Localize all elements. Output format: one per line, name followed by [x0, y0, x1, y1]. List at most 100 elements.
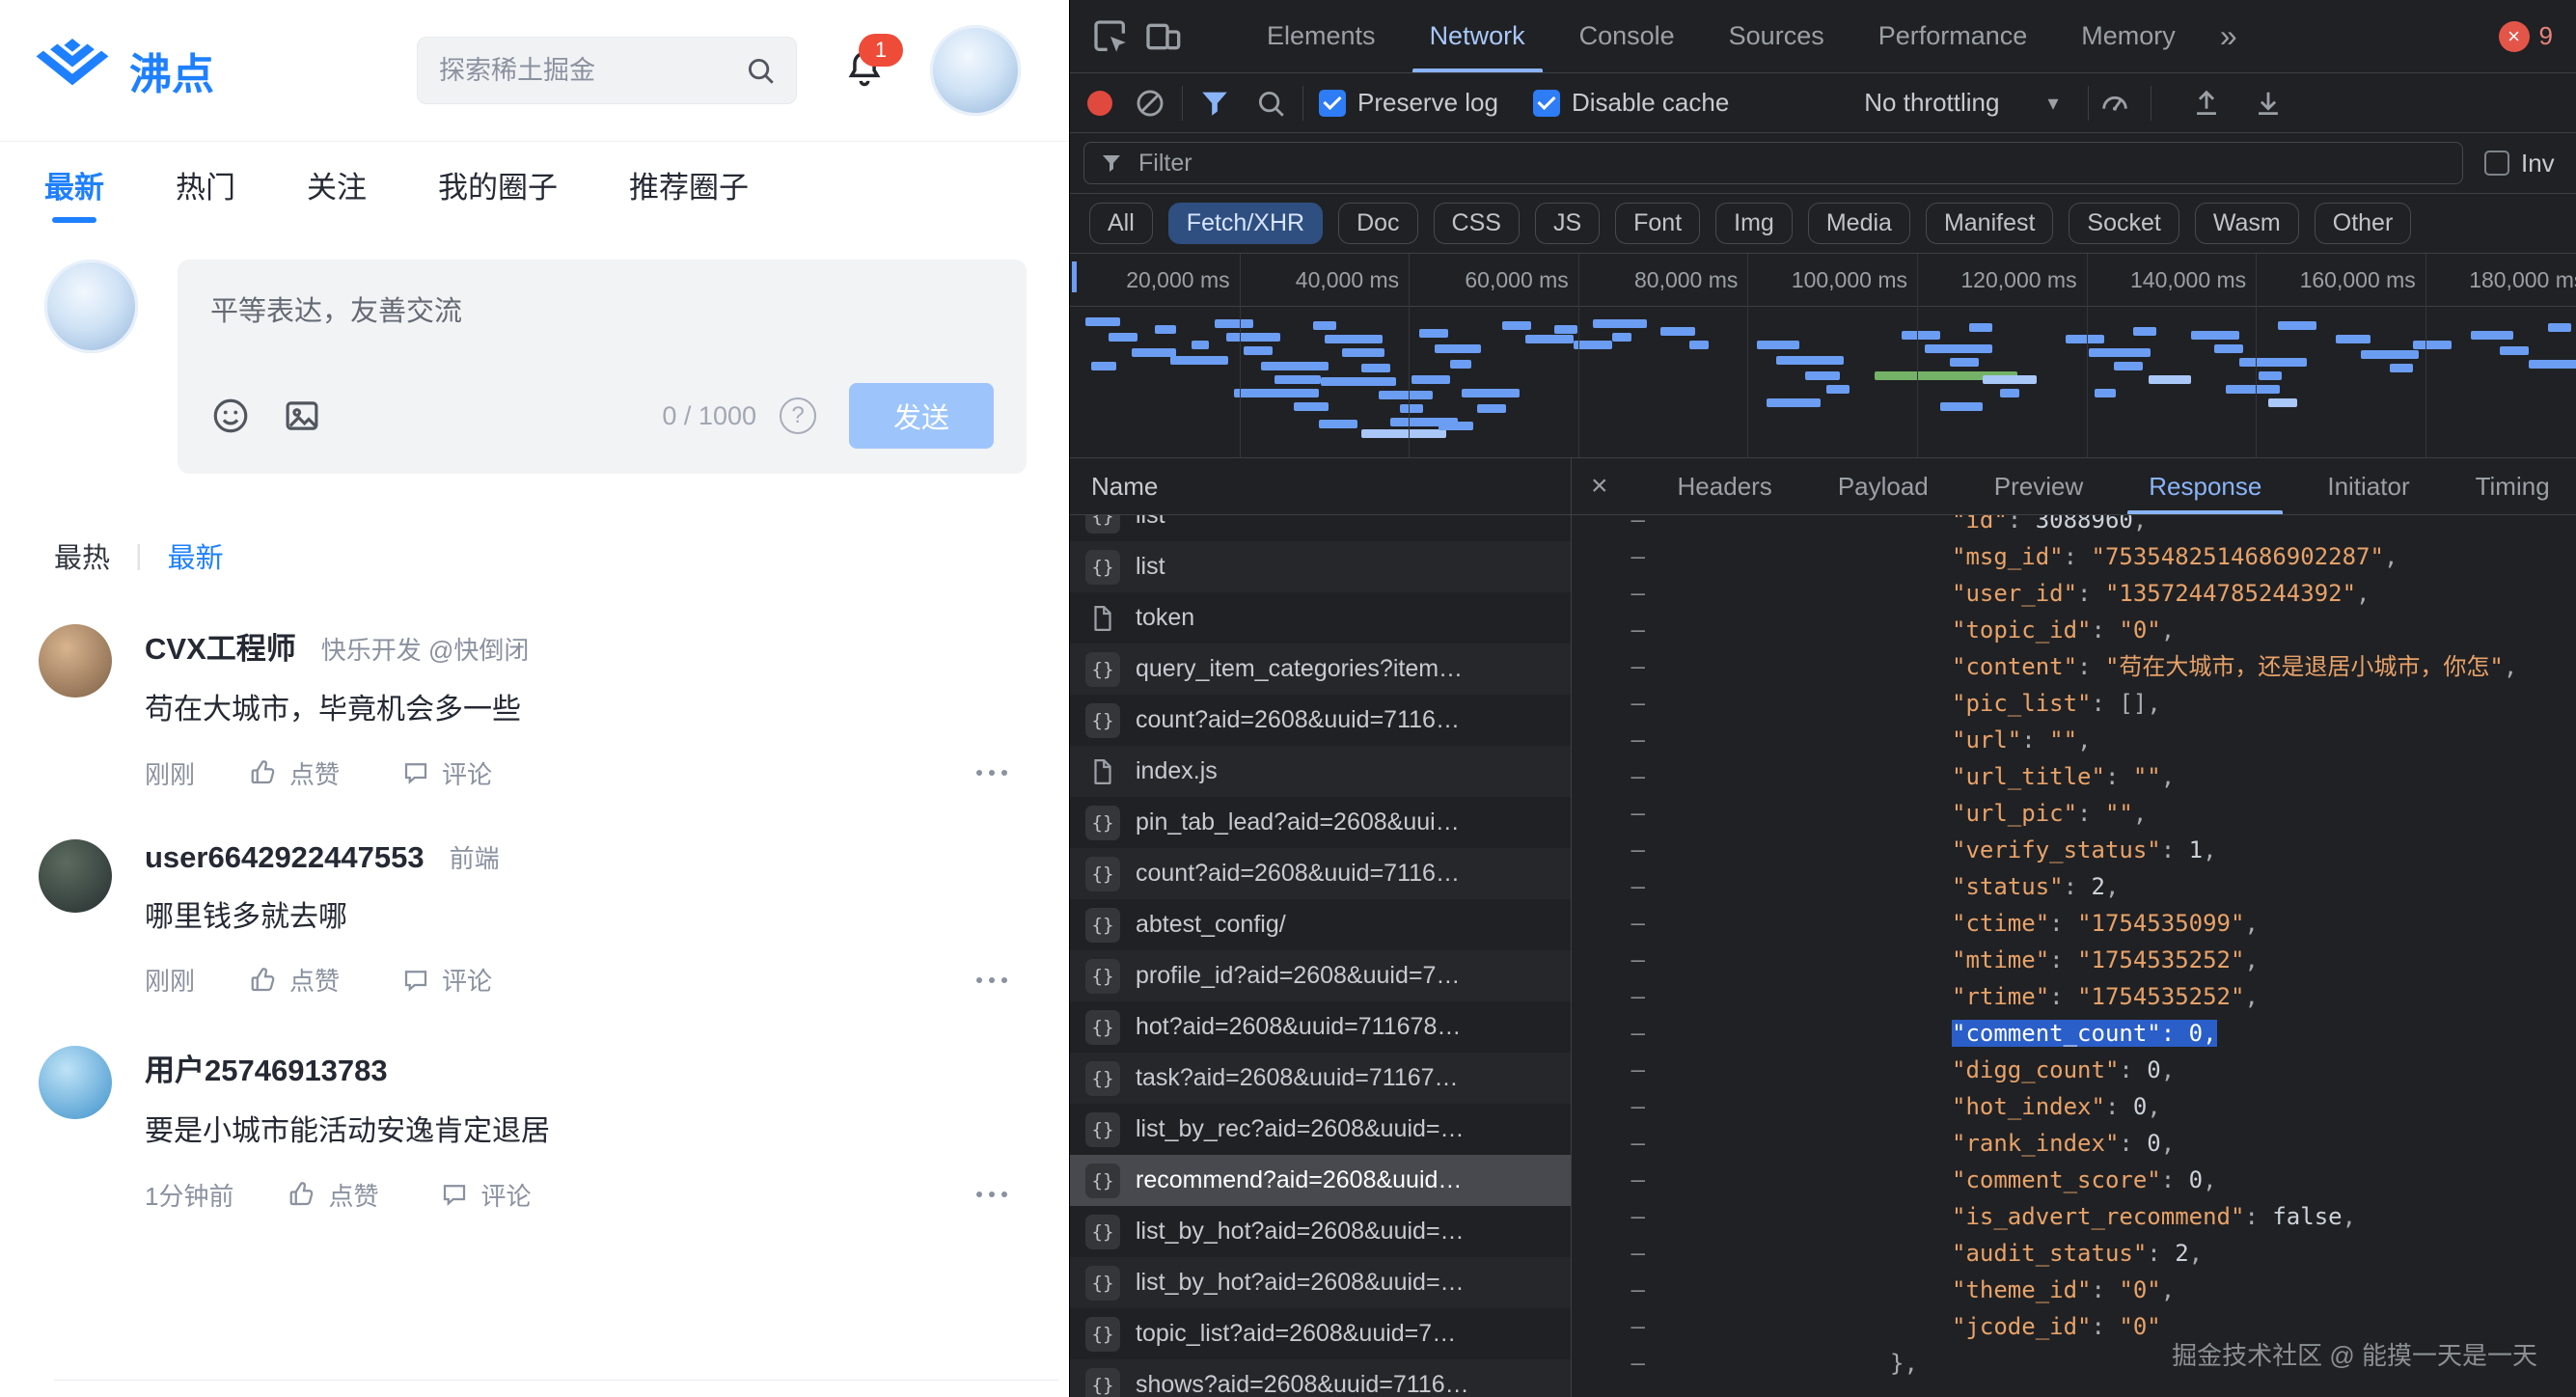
detail-tab-payload[interactable]: Payload — [1805, 458, 1961, 514]
request-bar[interactable] — [2214, 344, 2243, 353]
request-bar[interactable] — [1155, 325, 1176, 334]
request-bar[interactable] — [1925, 344, 1992, 353]
request-bar[interactable] — [2000, 389, 2019, 397]
detail-tab-response[interactable]: Response — [2116, 458, 2294, 514]
request-row[interactable]: {}hot?aid=2608&uuid=711678… — [1070, 1001, 1571, 1053]
search-input[interactable] — [437, 55, 744, 87]
request-bar[interactable] — [1244, 346, 1273, 355]
request-bar[interactable] — [1593, 319, 1647, 328]
request-bar[interactable] — [2149, 375, 2191, 384]
request-bar[interactable] — [1776, 356, 1844, 365]
tab-network[interactable]: Network — [1403, 0, 1552, 72]
network-conditions-icon[interactable] — [2098, 87, 2131, 120]
request-bar[interactable] — [1226, 333, 1280, 342]
request-bar[interactable] — [1411, 375, 1450, 384]
detail-tab-headers[interactable]: Headers — [1645, 458, 1805, 514]
filter-chip-fetch-xhr[interactable]: Fetch/XHR — [1168, 203, 1323, 244]
tab-memory[interactable]: Memory — [2054, 0, 2203, 72]
request-bar[interactable] — [1261, 362, 1329, 370]
request-row[interactable]: {}list_by_hot?aid=2608&uuid=… — [1070, 1206, 1571, 1257]
request-row[interactable]: index.js — [1070, 746, 1571, 797]
request-bar[interactable] — [1274, 375, 1321, 384]
filter-chip-manifest[interactable]: Manifest — [1926, 203, 2053, 244]
request-bar[interactable] — [1085, 317, 1120, 326]
request-bar[interactable] — [1319, 420, 1357, 428]
detail-tab-preview[interactable]: Preview — [1961, 458, 2116, 514]
throttling-select[interactable]: No throttling — [1864, 88, 1999, 118]
filter-chip-socket[interactable]: Socket — [2069, 203, 2179, 244]
request-bar[interactable] — [1902, 331, 1940, 340]
image-upload-icon[interactable] — [282, 396, 322, 436]
record-button[interactable] — [1087, 91, 1112, 116]
request-bar[interactable] — [1983, 375, 2037, 384]
request-row[interactable]: {}task?aid=2608&uuid=71167… — [1070, 1053, 1571, 1104]
request-bar[interactable] — [2548, 323, 2571, 332]
like-button[interactable]: 点赞 — [249, 962, 340, 998]
request-bar[interactable] — [1361, 429, 1446, 438]
clear-icon[interactable] — [1134, 87, 1166, 120]
name-column-header[interactable]: Name — [1070, 458, 1572, 514]
request-bar[interactable] — [1321, 377, 1396, 386]
request-bar[interactable] — [2114, 362, 2143, 370]
preserve-log-checkbox[interactable] — [1319, 90, 1346, 117]
sort-hot-tab[interactable]: 最热 — [54, 535, 110, 576]
search-network-icon[interactable] — [1254, 87, 1287, 120]
tab-sources[interactable]: Sources — [1702, 0, 1851, 72]
request-bar[interactable] — [1170, 356, 1228, 365]
request-row[interactable]: {}list_by_rec?aid=2608&uuid=… — [1070, 1104, 1571, 1155]
request-bar[interactable] — [2133, 327, 2156, 336]
export-har-icon[interactable] — [2252, 87, 2285, 120]
request-row[interactable]: {}shows?aid=2608&uuid=7116… — [1070, 1359, 1571, 1397]
post-author[interactable]: CVX工程师 — [145, 624, 296, 668]
request-bar[interactable] — [1109, 333, 1137, 342]
request-row[interactable]: {}topic_list?aid=2608&uuid=7… — [1070, 1308, 1571, 1359]
request-row[interactable]: token — [1070, 592, 1571, 644]
request-row[interactable]: {}pin_tab_lead?aid=2608&uui… — [1070, 797, 1571, 848]
detail-tab-timing[interactable]: Timing — [2443, 458, 2576, 514]
post-author[interactable]: 用户25746913783 — [145, 1046, 388, 1089]
network-overview[interactable]: 20,000 ms40,000 ms60,000 ms80,000 ms100,… — [1070, 254, 2576, 458]
request-bar[interactable] — [2089, 348, 2151, 357]
request-bar[interactable] — [2336, 335, 2370, 343]
request-bar[interactable] — [1477, 404, 1506, 413]
filter-chip-doc[interactable]: Doc — [1338, 203, 1417, 244]
like-button[interactable]: 点赞 — [249, 755, 340, 791]
composer-card[interactable]: 平等表达，友善交流 0 / 1000 ? 发送 — [178, 260, 1027, 474]
request-bar[interactable] — [1294, 402, 1329, 411]
request-bar[interactable] — [1689, 341, 1709, 349]
notifications-button[interactable]: 1 — [843, 47, 886, 95]
filter-input-box[interactable] — [1083, 142, 2463, 184]
site-tab-[interactable]: 关注 — [307, 142, 367, 227]
sort-new-tab[interactable]: 最新 — [168, 535, 224, 576]
help-icon[interactable]: ? — [780, 397, 816, 434]
request-bar[interactable] — [1325, 335, 1383, 343]
filter-input[interactable] — [1137, 149, 2447, 178]
request-bar[interactable] — [1342, 348, 1384, 357]
request-bar[interactable] — [1192, 341, 1209, 349]
request-row[interactable]: {}recommend?aid=2608&uuid… — [1070, 1155, 1571, 1206]
filter-chip-wasm[interactable]: Wasm — [2195, 203, 2299, 244]
request-bar[interactable] — [2471, 331, 2513, 340]
tab-performance[interactable]: Performance — [1851, 0, 2055, 72]
request-bar[interactable] — [1462, 389, 1520, 397]
request-bar[interactable] — [1660, 327, 1695, 336]
request-bar[interactable] — [2095, 389, 2116, 397]
request-row[interactable]: {}query_item_categories?item… — [1070, 644, 1571, 695]
error-badge[interactable]: × 9 — [2499, 21, 2553, 52]
request-row[interactable]: {}list — [1070, 515, 1571, 541]
request-bar[interactable] — [1313, 321, 1336, 330]
request-bar[interactable] — [1091, 362, 1116, 370]
site-tab-[interactable]: 推荐圈子 — [629, 142, 749, 227]
post-avatar[interactable] — [39, 1046, 112, 1119]
close-icon[interactable]: × — [1591, 470, 1608, 503]
filter-chip-media[interactable]: Media — [1808, 203, 1910, 244]
request-bar[interactable] — [1502, 321, 1531, 330]
post-avatar[interactable] — [39, 624, 112, 698]
site-tab-[interactable]: 我的圈子 — [438, 142, 558, 227]
tab-console[interactable]: Console — [1552, 0, 1702, 72]
site-tab-[interactable]: 最新 — [44, 142, 104, 227]
site-tab-[interactable]: 热门 — [176, 142, 235, 227]
filter-chip-font[interactable]: Font — [1615, 203, 1700, 244]
request-row[interactable]: {}profile_id?aid=2608&uuid=7… — [1070, 950, 1571, 1001]
request-row[interactable]: {}count?aid=2608&uuid=7116… — [1070, 848, 1571, 899]
